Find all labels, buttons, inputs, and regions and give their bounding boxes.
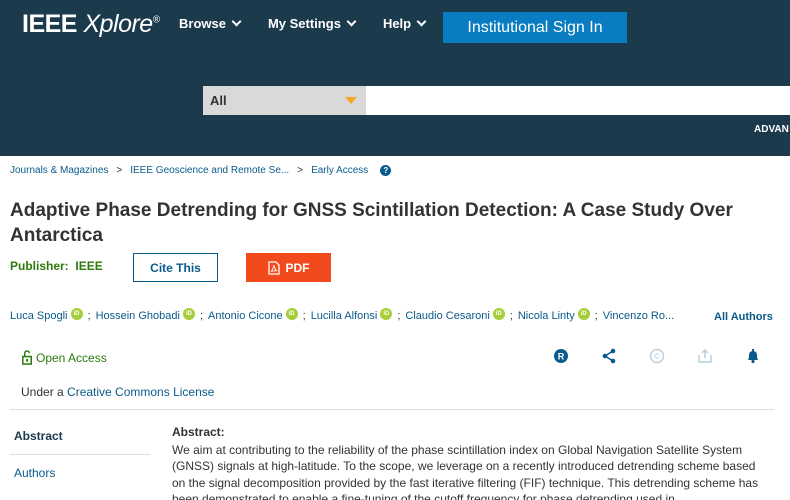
author-separator: ; (594, 310, 598, 322)
share-button[interactable] (600, 347, 617, 364)
export-icon (697, 348, 712, 363)
copyright-icon: © (649, 348, 664, 363)
nav-help[interactable]: Help (382, 16, 427, 31)
author-name: Hossein Ghobadi (95, 310, 180, 322)
rights-permissions-button[interactable]: R (552, 347, 569, 364)
site-header: IEEE Xplore® Browse My Settings Help Ins… (0, 0, 790, 156)
ieee-xplore-logo[interactable]: IEEE Xplore® (22, 10, 160, 39)
author-link[interactable]: Vincenzo Ro... (603, 310, 674, 322)
author-separator: ; (302, 310, 306, 322)
section-divider (10, 409, 774, 410)
logo-registered-mark: ® (152, 14, 160, 26)
author-name: Lucilla Alfonsi (310, 310, 378, 322)
rights-icon-glyph: R (557, 351, 564, 361)
search-scope-select[interactable]: All (203, 86, 366, 115)
export-button[interactable] (696, 347, 713, 364)
author-link[interactable]: Hossein Ghobadi iD (95, 307, 195, 322)
license-notice: Under a Creative Commons License (21, 385, 214, 399)
help-icon[interactable]: ? (380, 165, 392, 176)
nav-my-settings-label: My Settings (267, 16, 341, 31)
bell-icon (747, 348, 758, 363)
main-nav: Browse My Settings Help (179, 16, 427, 31)
pdf-button[interactable]: PDF (246, 253, 331, 282)
breadcrumb-separator: > (116, 165, 123, 176)
sidenav-item-abstract[interactable]: Abstract (10, 418, 150, 454)
chevron-down-icon (231, 16, 242, 27)
orcid-icon[interactable]: iD (70, 307, 83, 320)
share-icon (602, 348, 615, 363)
logo-ieee-text: IEEE (22, 10, 77, 38)
chevron-down-icon (346, 16, 357, 27)
publisher-label: Publisher: (10, 259, 69, 273)
author-link[interactable]: Luca Spogli iD (10, 307, 83, 322)
author-separator: ; (87, 310, 91, 322)
publisher: Publisher: IEEE (10, 259, 103, 273)
search-input[interactable] (366, 86, 790, 115)
document-sections-nav: Abstract Authors (10, 418, 150, 491)
copyright-icon-glyph: © (654, 352, 660, 361)
all-authors-link[interactable]: All Authors (714, 311, 773, 323)
abstract-text: We aim at contributing to the reliabilit… (172, 442, 759, 500)
open-access-badge: Open Access (20, 350, 107, 365)
orcid-icon[interactable]: iD (285, 307, 298, 320)
author-separator: ; (199, 310, 204, 322)
institutional-sign-in-button[interactable]: Institutional Sign In (443, 12, 627, 43)
nav-browse-label: Browse (179, 16, 226, 31)
copyright-button[interactable]: © (648, 347, 665, 364)
cite-this-button[interactable]: Cite This (133, 253, 218, 282)
search-bar: All (203, 86, 790, 115)
creative-commons-link[interactable]: Creative Commons License (67, 385, 214, 399)
dropdown-arrow-icon (345, 97, 357, 104)
author-name: Nicola Linty (517, 310, 575, 322)
logo-xplore-text: Xplore (83, 10, 153, 38)
license-prefix: Under a (21, 385, 68, 399)
orcid-icon[interactable]: iD (577, 307, 590, 320)
breadcrumb-separator: > (297, 165, 304, 176)
orcid-icon[interactable]: iD (182, 307, 195, 320)
author-list: Luca Spogli iD ; Hossein Ghobadi iD ; Anto… (10, 307, 674, 322)
nav-my-settings[interactable]: My Settings (267, 16, 357, 31)
author-separator: ; (397, 310, 401, 322)
sidenav-item-authors[interactable]: Authors (10, 455, 150, 491)
author-link[interactable]: Lucilla Alfonsi iD (310, 307, 393, 322)
abstract-section: Abstract: We aim at contributing to the … (172, 424, 762, 500)
abstract-heading: Abstract: (172, 425, 225, 439)
author-link[interactable]: Antonio Cicone iD (208, 307, 298, 322)
author-link[interactable]: Nicola Linty iD (517, 307, 590, 322)
article-tools: R © (552, 347, 761, 364)
author-name: Luca Spogli (10, 310, 68, 322)
rights-icon: R (553, 348, 568, 363)
author-separator: ; (509, 310, 513, 322)
chevron-down-icon (416, 16, 427, 27)
orcid-icon[interactable]: iD (380, 307, 393, 320)
breadcrumb-early-access[interactable]: Early Access (311, 165, 368, 176)
pdf-button-label: PDF (285, 260, 310, 275)
publisher-value: IEEE (75, 259, 103, 273)
author-name: Antonio Cicone (208, 310, 283, 322)
advanced-search-link[interactable]: ADVAN (754, 124, 789, 135)
open-access-label: Open Access (36, 350, 107, 365)
open-lock-icon (22, 350, 32, 365)
search-scope-value: All (210, 93, 227, 108)
alerts-button[interactable] (744, 347, 761, 364)
article-title: Adaptive Phase Detrending for GNSS Scint… (10, 200, 733, 246)
breadcrumb-journal-name[interactable]: IEEE Geoscience and Remote Se... (130, 165, 289, 176)
pdf-icon (267, 260, 280, 275)
orcid-icon[interactable]: iD (492, 307, 505, 320)
author-name: Vincenzo Ro... (602, 310, 675, 322)
breadcrumb-journals[interactable]: Journals & Magazines (10, 165, 108, 176)
nav-help-label: Help (382, 16, 412, 31)
breadcrumb: Journals & Magazines > IEEE Geoscience a… (10, 165, 392, 176)
author-link[interactable]: Claudio Cesaroni iD (405, 307, 505, 322)
nav-browse[interactable]: Browse (179, 16, 242, 31)
author-name: Claudio Cesaroni (405, 310, 490, 322)
